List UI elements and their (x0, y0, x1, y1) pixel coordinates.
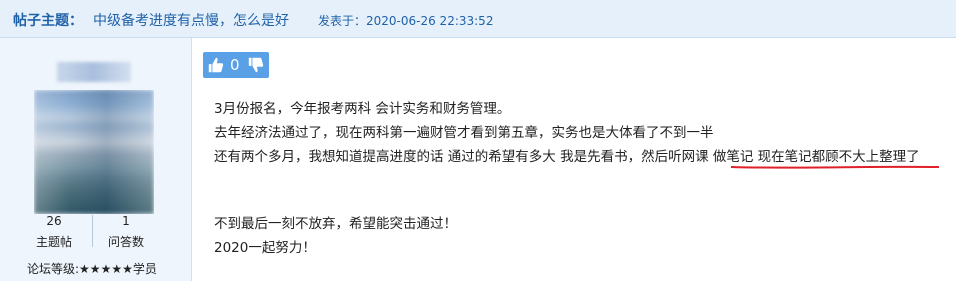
red-underline-annotation (730, 165, 940, 169)
thumbs-down-icon[interactable] (247, 56, 265, 74)
post-header-bar: 帖子主题： 中级备考进度有点慢，怎么是好 发表于：2020-06-26 22:3… (0, 0, 956, 38)
vote-count: 0 (230, 56, 240, 74)
rank-title: 学员 (132, 262, 157, 276)
post-line-2: 去年经济法通过了，现在两科第一遍财管才看到第五章，实务也是大体看了不到一半 (214, 125, 714, 141)
questions-label: 问答数 (107, 235, 144, 249)
forum-rank: 论坛等级:★★★★★学员 (27, 260, 157, 277)
post-line-5: 2020一起努力！ (214, 240, 316, 256)
author-name-blurred[interactable] (57, 62, 131, 82)
topics-count[interactable]: 26 (24, 214, 84, 228)
post-line-1: 3月份报名，今年报考两科 会计实务和财务管理。 (214, 101, 511, 117)
vote-widget: 0 (203, 52, 269, 78)
post-line-3: 还有两个多月，我想知道提高进度的话 通过的希望有多大 我是先看书，然后听网课 做… (214, 149, 920, 165)
stats-divider (92, 215, 93, 247)
avatar[interactable] (34, 90, 154, 214)
topics-label: 主题帖 (35, 235, 72, 249)
author-panel: 26 主题帖 1 问答数 (0, 38, 192, 281)
thumbs-up-icon[interactable] (207, 56, 225, 74)
rank-label: 论坛等级: (27, 262, 80, 276)
rank-stars: ★★★★★ (79, 262, 133, 276)
questions-count[interactable]: 1 (96, 214, 156, 228)
topic-label: 帖子主题： (13, 13, 83, 29)
posted-timestamp: 发表于：2020-06-26 22:33:52 (318, 14, 494, 28)
post-line-4: 不到最后一刻不放弃，希望能突击通过！ (214, 216, 457, 232)
topic-title[interactable]: 中级备考进度有点慢，怎么是好 (93, 10, 289, 30)
